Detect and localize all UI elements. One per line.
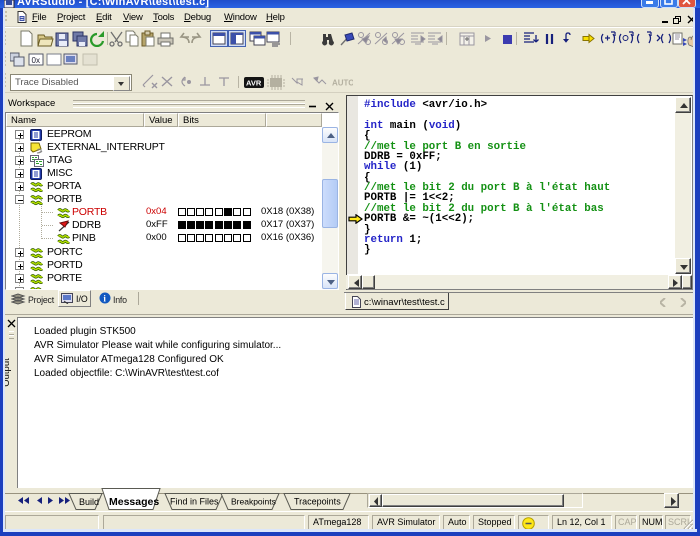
svg-text:0x: 0x (32, 56, 40, 65)
svg-text:Find in Files: Find in Files (170, 497, 219, 507)
svg-text:Tracepoints: Tracepoints (294, 497, 341, 507)
svg-text:Messages: Messages (109, 496, 159, 508)
svg-text:AUTO: AUTO (332, 79, 353, 88)
svg-text:Build: Build (79, 497, 99, 507)
svg-text:Breakpoints: Breakpoints (231, 497, 276, 507)
svg-text:AVR: AVR (246, 79, 262, 88)
